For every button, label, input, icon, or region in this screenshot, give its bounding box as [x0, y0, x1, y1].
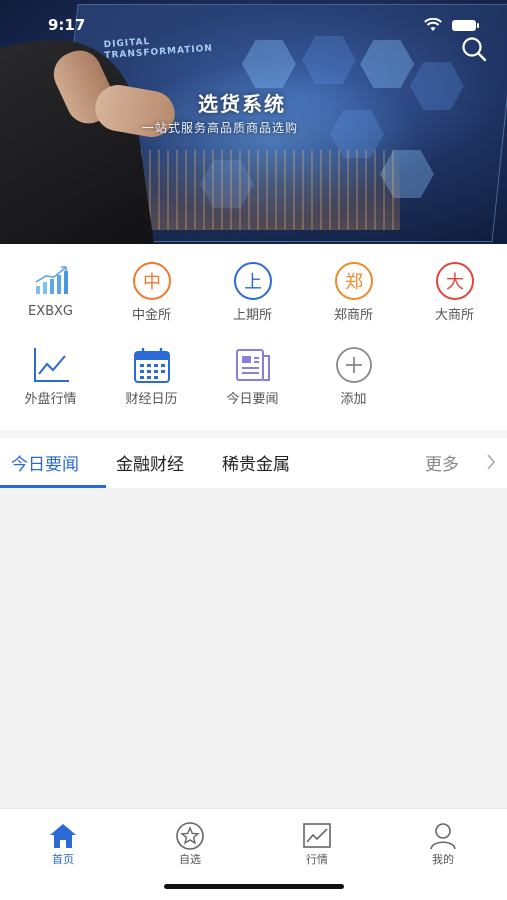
bar-chart-icon — [35, 266, 68, 294]
nav-label: 行情 — [306, 853, 328, 866]
more-link[interactable]: 更多 — [425, 450, 459, 475]
nav-label: 自选 — [179, 853, 201, 866]
news-icon — [236, 349, 270, 381]
grid-item-zhengshangsuo[interactable]: 郑 郑商所 — [303, 244, 404, 324]
zhong-icon: 中 — [133, 262, 171, 300]
hero-banner[interactable]: DIGITAL TRANSFORMATION 选货系统 一站式服务高品质商品选购… — [0, 0, 507, 244]
line-chart-icon — [34, 348, 69, 382]
grid-item-label: 财经日历 — [125, 392, 178, 407]
home-icon — [50, 824, 76, 848]
tab-precious-metals[interactable]: 稀贵金属 — [222, 450, 290, 475]
star-icon — [176, 822, 204, 850]
grid-item-dashangsuo[interactable]: 大 大商所 — [404, 244, 505, 324]
grid-item-exbxg[interactable]: EXBXG — [0, 244, 101, 324]
grid-item-label: 大商所 — [434, 308, 474, 323]
grid-item-shangqisuo[interactable]: 上 上期所 — [202, 244, 303, 324]
grid-item-foreign-market[interactable]: 外盘行情 — [0, 328, 101, 408]
add-icon — [336, 347, 372, 383]
nav-home[interactable]: 首页 — [33, 821, 93, 871]
grid-item-label: 添加 — [340, 392, 367, 407]
grid-item-label: 郑商所 — [333, 308, 373, 323]
banner-title: 选货系统 — [198, 92, 286, 116]
nav-market[interactable]: 行情 — [287, 821, 347, 871]
calendar-icon — [134, 348, 170, 383]
zheng-icon: 郑 — [335, 262, 373, 300]
tab-today-news[interactable]: 今日要闻 — [11, 450, 79, 475]
nav-label: 我的 — [432, 853, 454, 866]
nav-label: 首页 — [52, 853, 74, 866]
da-icon: 大 — [436, 262, 474, 300]
battery-icon — [452, 20, 479, 31]
grid-item-zhongjinsuo[interactable]: 中 中金所 — [101, 244, 202, 324]
chevron-right-icon[interactable] — [486, 453, 496, 471]
tab-finance[interactable]: 金融财经 — [116, 450, 184, 475]
grid-item-label: 上期所 — [232, 308, 272, 323]
grid-item-label: 中金所 — [131, 308, 171, 323]
quick-access-grid: EXBXG 中 中金所 上 上期所 郑 郑商所 大 大商所 外盘行情 财经日历 … — [0, 244, 507, 430]
status-bar-time: 9:17 — [48, 16, 86, 34]
nav-profile[interactable]: 我的 — [413, 821, 473, 871]
user-icon — [430, 823, 456, 850]
grid-item-finance-calendar[interactable]: 财经日历 — [101, 328, 202, 408]
shang-icon: 上 — [234, 262, 272, 300]
grid-item-label: 今日要闻 — [226, 392, 279, 407]
grid-item-label: EXBXG — [27, 304, 74, 319]
nav-watchlist[interactable]: 自选 — [160, 821, 220, 871]
home-indicator[interactable] — [164, 884, 344, 889]
market-chart-icon — [303, 823, 331, 848]
grid-item-label: 外盘行情 — [24, 392, 77, 407]
banner-city-lights — [140, 150, 400, 230]
wifi-icon — [424, 18, 442, 31]
banner-subtitle: 一站式服务高品质商品选购 — [142, 121, 299, 135]
grid-item-today-news[interactable]: 今日要闻 — [202, 328, 303, 408]
news-content-area[interactable] — [0, 488, 507, 808]
grid-item-add[interactable]: 添加 — [303, 328, 404, 408]
search-icon[interactable] — [460, 35, 488, 63]
news-tab-bar: 今日要闻 金融财经 稀贵金属 更多 — [0, 438, 507, 488]
